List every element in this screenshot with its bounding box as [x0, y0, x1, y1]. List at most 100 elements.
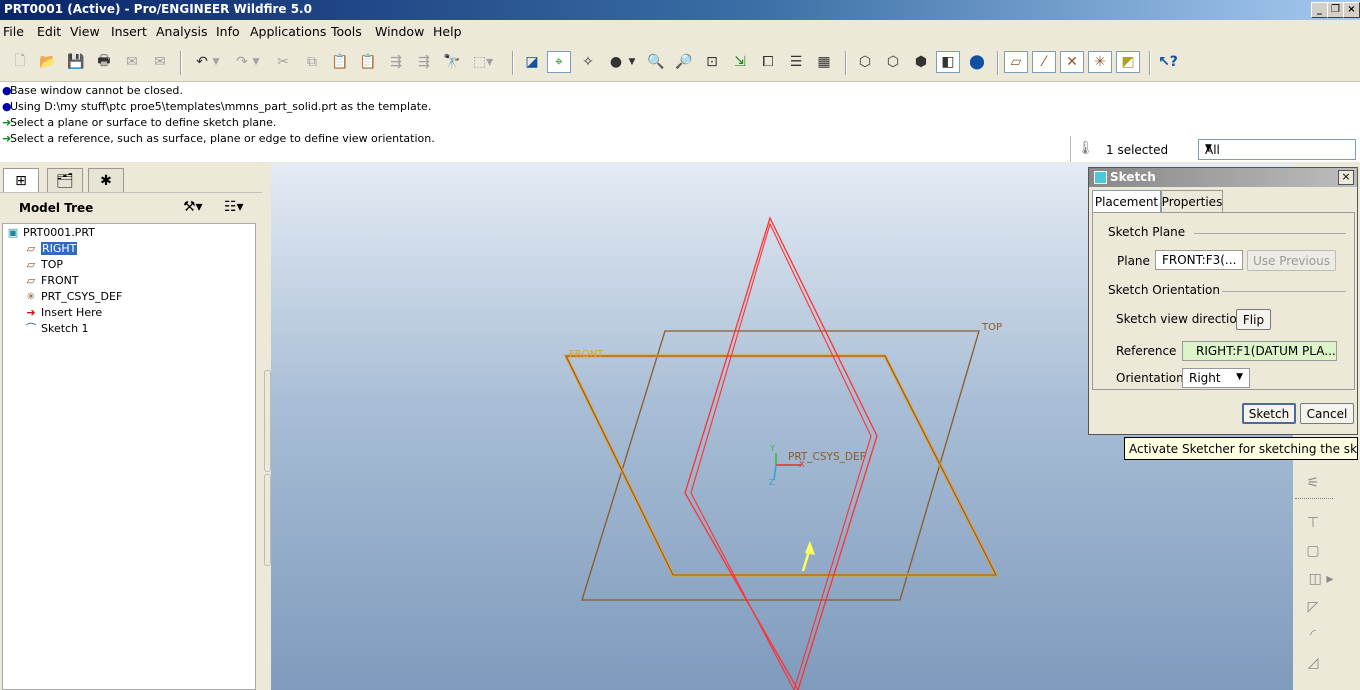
no-hidden-icon[interactable]: ⬢: [909, 51, 933, 73]
saved-views-icon[interactable]: ⧠: [756, 51, 780, 73]
tree-node-front[interactable]: ▱ FRONT: [23, 272, 79, 288]
menu-view[interactable]: View: [70, 24, 100, 39]
sketch-button[interactable]: Sketch: [1242, 403, 1296, 424]
tree-columns-icon[interactable]: ☷▾: [224, 199, 244, 215]
context-help-icon[interactable]: ↖?: [1156, 51, 1180, 73]
redo-dropdown-icon[interactable]: ▼: [250, 51, 262, 73]
display-style-dropdown-icon[interactable]: ▼: [626, 51, 638, 73]
menu-window[interactable]: Window: [375, 24, 424, 39]
menu-analysis[interactable]: Analysis: [156, 24, 208, 39]
selected-count[interactable]: 1 selected: [1106, 143, 1168, 157]
model-tree-header: Model Tree ⚒▾ ☷▾: [0, 192, 262, 223]
email-link-icon[interactable]: ✉: [148, 51, 172, 73]
tree-node-top[interactable]: ▱ TOP: [23, 256, 63, 272]
menu-info[interactable]: Info: [216, 24, 240, 39]
chevron-down-icon: ▼: [1236, 372, 1243, 382]
minimize-button[interactable]: _: [1311, 2, 1328, 18]
draft-icon[interactable]: ◸: [1301, 596, 1325, 618]
layers-icon[interactable]: ☰: [784, 51, 808, 73]
paste-special-icon[interactable]: 📋: [356, 51, 380, 73]
cancel-button[interactable]: Cancel: [1300, 403, 1354, 424]
cut-icon[interactable]: ✂: [271, 51, 295, 73]
tree-node-right[interactable]: ▱ RIGHT: [23, 240, 78, 256]
reorient-icon[interactable]: ⇲: [728, 51, 752, 73]
menu-insert[interactable]: Insert: [111, 24, 147, 39]
hole-icon[interactable]: ⊤: [1301, 512, 1325, 534]
model-tree: ▣ PRT0001.PRT ▱ RIGHT ▱ TOP ▱ FRONT ✳ PRT_CSY…: [2, 223, 256, 690]
email-icon[interactable]: ✉: [120, 51, 144, 73]
regenerate-icon[interactable]: ⇶: [384, 51, 408, 73]
regen-manager-icon[interactable]: ⇶: [412, 51, 436, 73]
csys-toggle-icon[interactable]: ✳: [1088, 51, 1112, 73]
datum-tools-icon[interactable]: ⚟: [1301, 472, 1325, 494]
plane-field[interactable]: FRONT:F3(...: [1155, 250, 1243, 270]
tree-node-insert-here[interactable]: ➜ Insert Here: [23, 304, 102, 320]
copy-icon[interactable]: ⧉: [300, 51, 324, 73]
menu-tools[interactable]: Tools: [331, 24, 362, 39]
tooltip: Activate Sketcher for sketching the sket…: [1124, 437, 1358, 460]
orient-mode-icon[interactable]: ✧: [576, 51, 600, 73]
spin-center-icon[interactable]: ⌖: [547, 51, 571, 73]
selection-filter-dropdown[interactable]: All ▼: [1198, 139, 1356, 160]
use-previous-button[interactable]: Use Previous: [1247, 250, 1336, 271]
flip-button[interactable]: Flip: [1236, 309, 1271, 330]
datum-points-toggle-icon[interactable]: ✕: [1060, 51, 1084, 73]
repaint-icon[interactable]: ◪: [520, 51, 544, 73]
open-icon[interactable]: 📂: [36, 51, 60, 73]
save-icon[interactable]: 💾: [64, 51, 88, 73]
tree-node-sketch[interactable]: ⌒ Sketch 1: [23, 320, 89, 336]
orientation-select[interactable]: Right ▼: [1182, 368, 1250, 388]
toolbar-separator: [1149, 51, 1151, 75]
undo-dropdown-icon[interactable]: ▼: [210, 51, 222, 73]
tab-favorites[interactable]: ✱: [88, 168, 124, 192]
zoom-out-icon[interactable]: 🔎: [672, 51, 696, 73]
close-icon[interactable]: ×: [1338, 170, 1354, 185]
close-window-button[interactable]: ×: [1343, 2, 1360, 18]
direction-arrow-icon[interactable]: [805, 541, 815, 555]
chamfer-icon[interactable]: ◿: [1301, 652, 1325, 674]
placement-panel: Sketch Plane Plane FRONT:F3(... Use Prev…: [1092, 212, 1355, 390]
wireframe-icon[interactable]: ⬡: [853, 51, 877, 73]
reference-label: Reference: [1116, 344, 1177, 358]
front-plane-label: FRONT: [569, 349, 604, 360]
datum-axes-toggle-icon[interactable]: ⁄: [1032, 51, 1056, 73]
menu-applications[interactable]: Applications: [250, 24, 326, 39]
tree-node-part[interactable]: ▣ PRT0001.PRT: [5, 224, 95, 240]
datum-planes-toggle-icon[interactable]: ▱: [1004, 51, 1028, 73]
annotations-toggle-icon[interactable]: ◩: [1116, 51, 1140, 73]
round-icon[interactable]: ◜: [1301, 624, 1325, 646]
menu-file[interactable]: File: [3, 24, 24, 39]
panel-splitter[interactable]: [262, 370, 271, 570]
zoom-in-icon[interactable]: 🔍: [644, 51, 668, 73]
refit-icon[interactable]: ⊡: [700, 51, 724, 73]
menu-help[interactable]: Help: [433, 24, 462, 39]
toolbar-separator: [512, 51, 514, 75]
tab-model-tree[interactable]: ⊞: [3, 168, 39, 192]
paste-icon[interactable]: 📋: [328, 51, 352, 73]
display-style-icon[interactable]: ●: [604, 51, 628, 73]
hidden-line-icon[interactable]: ⬡: [881, 51, 905, 73]
restore-button[interactable]: ❐: [1327, 2, 1344, 18]
message-line: ➜Select a plane or surface to define ske…: [2, 116, 277, 129]
smart-filter-icon[interactable]: 🌡: [1077, 141, 1094, 159]
shell-icon[interactable]: ▢: [1301, 540, 1325, 562]
view-manager-icon[interactable]: ▦: [812, 51, 836, 73]
dialog-title-bar[interactable]: Sketch ×: [1089, 168, 1357, 187]
shading-icon[interactable]: ◧: [936, 51, 960, 73]
orientation-label: Orientation: [1116, 371, 1184, 385]
find-icon[interactable]: 🔭: [440, 51, 464, 73]
rib-icon[interactable]: ◫ ▸: [1301, 568, 1341, 590]
enhanced-realism-icon[interactable]: ⬤: [965, 51, 989, 73]
reference-field[interactable]: RIGHT:F1(DATUM PLA...: [1182, 341, 1337, 361]
plane-label: Plane: [1117, 254, 1150, 268]
print-icon[interactable]: 🖶: [92, 51, 116, 73]
selection-box-icon[interactable]: ⬚▾: [466, 51, 500, 73]
menu-edit[interactable]: Edit: [37, 24, 61, 39]
new-icon[interactable]: 🗋: [8, 51, 32, 73]
tree-node-csys[interactable]: ✳ PRT_CSYS_DEF: [23, 288, 122, 304]
tab-placement[interactable]: Placement: [1092, 190, 1161, 212]
tab-properties[interactable]: Properties: [1161, 190, 1223, 212]
menu-bar: File Edit View Insert Analysis Info Appl…: [0, 21, 1360, 42]
tree-settings-icon[interactable]: ⚒▾: [183, 199, 203, 215]
tab-folder-browser[interactable]: 🗂: [47, 168, 83, 192]
